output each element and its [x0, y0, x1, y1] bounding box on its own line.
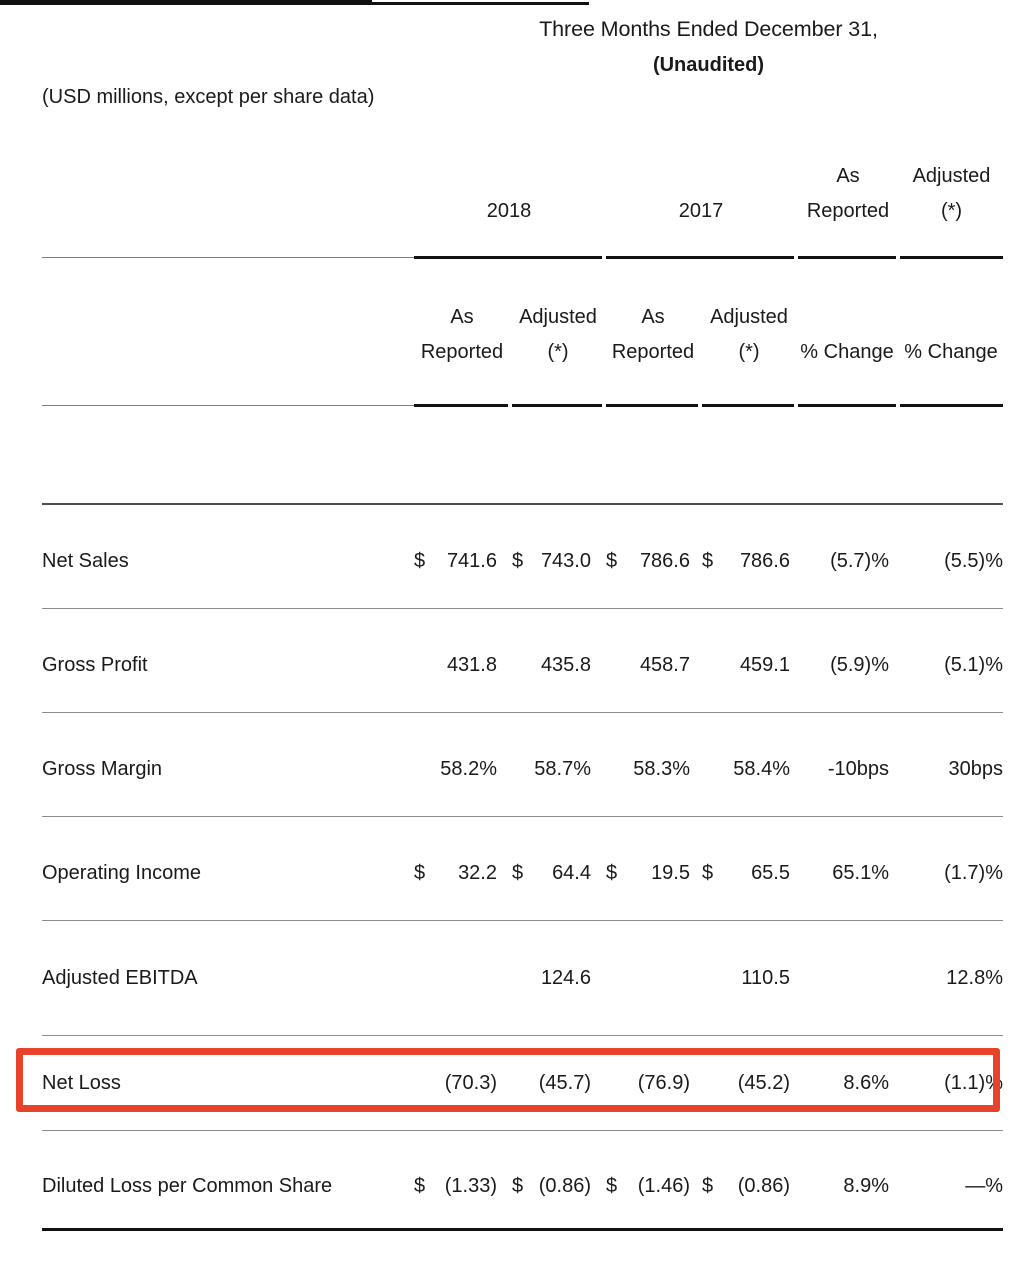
column-header-change-adjusted: Adjusted (*) [912, 165, 991, 222]
table-cell: 435.8 [540, 654, 591, 676]
table-cell: (1.7)% [944, 862, 1003, 884]
table-cell: (0.86) [538, 1175, 591, 1197]
table-cell: 459.1 [739, 654, 790, 676]
table-cell: 8.6% [843, 1072, 889, 1094]
sub-rule-seg-6 [900, 404, 1003, 407]
row-label: Operating Income [42, 862, 201, 884]
audit-status-label: (Unaudited) [652, 54, 765, 76]
column-header-2017-as-reported: As Reported [611, 306, 695, 363]
sub-rule-lead [42, 405, 414, 406]
table-cell: 58.2% [440, 758, 497, 780]
top-rule-right [0, 2, 589, 5]
column-header-change-as-reported: As Reported [806, 165, 890, 222]
table-cell: (70.3) [444, 1072, 497, 1094]
sub-rule-seg-2 [512, 404, 602, 407]
table-cell: 786.6 [639, 550, 690, 572]
table-cell: 458.7 [639, 654, 690, 676]
units-note: (USD millions, except per share data) [42, 86, 375, 108]
page-title: Three Months Ended December 31, [539, 17, 878, 41]
table-cell: (45.2) [737, 1072, 790, 1094]
table-cell: 12.8% [946, 967, 1003, 989]
table-cell: 65.5 [751, 862, 790, 884]
row-label: Gross Profit [42, 654, 148, 676]
table-cell: 64.4 [552, 862, 591, 884]
row-separator [42, 712, 1003, 713]
table-bottom-rule [42, 1228, 1003, 1231]
table-cell: (5.1)% [944, 654, 1003, 676]
table-cell: (5.7)% [830, 550, 889, 572]
sub-rule-seg-1 [414, 404, 508, 407]
row-label: Net Sales [42, 550, 129, 572]
table-cell: 19.5 [651, 862, 690, 884]
table-cell: 32.2 [458, 862, 497, 884]
row-label: Net Loss [42, 1072, 121, 1094]
column-header-2018: 2018 [486, 200, 532, 222]
table-cell: (0.86) [737, 1175, 790, 1197]
row-separator [42, 503, 1003, 505]
row-separator [42, 608, 1003, 609]
table-cell: (5.5)% [944, 550, 1003, 572]
row-separator [42, 816, 1003, 817]
table-cell: 741.6 [446, 550, 497, 572]
sub-rule-seg-4 [702, 404, 794, 407]
column-header-pct-change-adjusted: % Change [904, 341, 998, 363]
table-cell: (1.46) [637, 1175, 690, 1197]
table-cell: 58.7% [534, 758, 591, 780]
table-title-block: Three Months Ended December 31, (Unaudit… [414, 14, 1003, 80]
column-header-2018-as-reported: As Reported [420, 306, 504, 363]
row-separator [42, 920, 1003, 921]
financial-table-page: Three Months Ended December 31, (Unaudit… [0, 0, 1034, 1264]
table-cell: —% [965, 1175, 1003, 1197]
table-cell: 58.3% [633, 758, 690, 780]
year-rule-lead [42, 257, 414, 258]
table-cell: 8.9% [843, 1175, 889, 1197]
year-rule-seg-2017 [606, 256, 794, 259]
row-label: Diluted Loss per Common Share [42, 1175, 333, 1197]
table-cell: 431.8 [446, 654, 497, 676]
row-separator [42, 1130, 1003, 1131]
year-rule-seg-adjusted [900, 256, 1003, 259]
sub-rule-seg-5 [798, 404, 896, 407]
column-header-2018-adjusted: Adjusted (*) [519, 306, 597, 363]
table-cell: 743.0 [540, 550, 591, 572]
table-cell: 124.6 [540, 967, 591, 989]
table-cell: -10bps [827, 758, 889, 780]
table-cell: 786.6 [739, 550, 790, 572]
table-cell: (1.33) [444, 1175, 497, 1197]
row-label: Gross Margin [42, 758, 163, 780]
table-cell: (45.7) [538, 1072, 591, 1094]
table-cell: 110.5 [741, 967, 790, 989]
sub-rule-seg-3 [606, 404, 698, 407]
row-separator [42, 1035, 1003, 1036]
table-cell: (5.9)% [830, 654, 889, 676]
year-rule-seg-2018 [414, 256, 602, 259]
column-header-pct-change-as-reported: % Change [800, 341, 894, 363]
table-cell: (1.1)% [944, 1072, 1003, 1094]
column-header-2017-adjusted: Adjusted (*) [710, 306, 788, 363]
year-rule-seg-as-reported [798, 256, 896, 259]
row-label: Adjusted EBITDA [42, 967, 198, 989]
table-cell: (76.9) [637, 1072, 690, 1094]
table-cell: 58.4% [733, 758, 790, 780]
table-cell: 65.1% [832, 862, 889, 884]
table-cell: 30bps [948, 758, 1004, 780]
column-header-2017: 2017 [678, 200, 724, 222]
